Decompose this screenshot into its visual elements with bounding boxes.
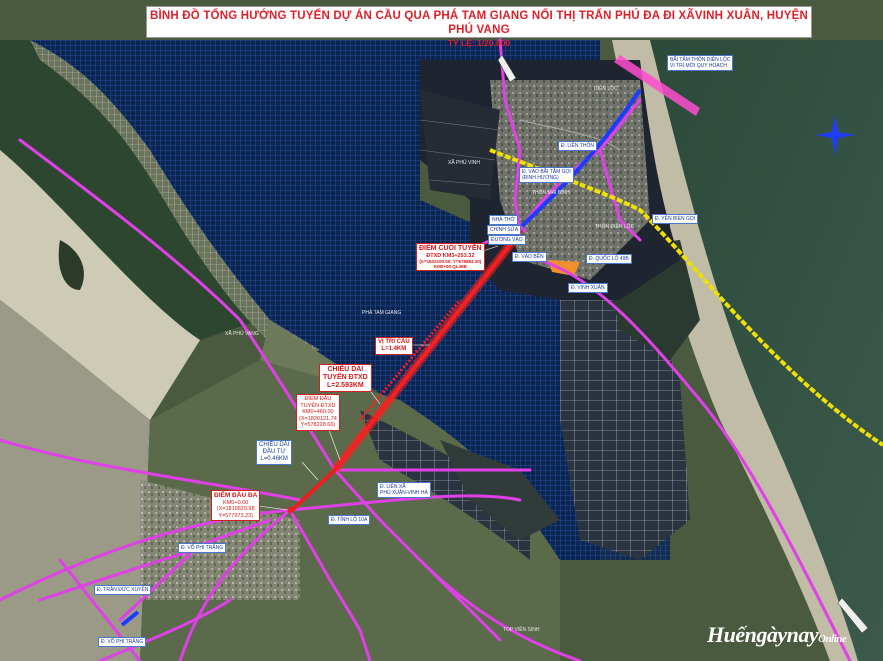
vi-tri-cau-length: L=1.4KM [381,346,407,352]
chieu-dai-length: L=2.593KM [326,382,364,389]
diem-dau-tuyen-km: KM0+460.00 [302,409,334,415]
label-lien-thon[interactable]: Đ. LIÊN THÔN [558,141,597,151]
logo-sub-text: Online [818,633,847,645]
label-chinh-sua[interactable]: CHÍNH SỬA [487,225,522,235]
label-bai-tam[interactable]: BÃI TẮM THÔN DIÊN LỘC VỊ TRÍ MỚI QUY HOẠ… [667,55,734,71]
label-nha-tho[interactable]: NHÀ THỜ [489,215,518,225]
diem-dau-tuyen-box[interactable]: ĐIỂM ĐẦU TUYẾN ĐTXD KM0+460.00 (X=182012… [296,394,340,431]
label-bai-tam-line2: VỊ TRÍ MỚI QUY HOẠCH [670,63,727,69]
diem-dau-da-y: Y=577973.23) [218,512,254,519]
diem-cuoi-tuyen-box[interactable]: ĐIỂM CUỐI TUYẾN ĐTXD KM3+253.32 (X=18221… [416,243,485,271]
label-viem-sinh: TOP VIÊN SINH [503,627,540,633]
vi-tri-cau-box[interactable]: VỊ TRÍ CẦU L=1.4KM [375,337,413,355]
diem-dau-da-x: (X=1819829.98 [216,506,255,512]
map-scale: TỶ LỆ: 1/20.000 [447,38,511,48]
logo-main-text: Huếngàynay [707,622,819,647]
area-label-phu-vinh: XÃ PHÚ VINH [448,160,480,166]
label-vao-bai-tam-line2: (ĐINH HƯƠNG) [522,175,559,181]
chieu-dai-tuyen-box[interactable]: CHIỀU DÀI TUYẾN ĐTXD L=2.593KM [319,364,372,392]
map-title: BÌNH ĐỒ TỔNG HƯỚNG TUYẾN DỰ ÁN CẦU QUA P… [149,10,809,36]
label-lien-xa-line2: PHÚ XUÂN-VINH HÀ [380,490,428,496]
area-label-mai-binh: THÔN MAI BÌNH [532,190,570,196]
map-canvas[interactable]: BÌNH ĐỒ TỔNG HƯỚNG TUYẾN DỰ ÁN CẦU QUA P… [0,0,883,661]
chieu-dai-title: CHIỀU DÀI [327,366,364,373]
hue-ngay-nay-logo: HuếngàynayOnline [707,622,847,648]
satellite-base [0,0,883,661]
chieu-dai-dau-tu-sub: ĐẦU TƯ [262,449,286,455]
chieu-dai-subtitle: TUYẾN ĐTXD [323,374,368,381]
label-duong-vao[interactable]: ĐƯỜNG VÀO [488,235,526,245]
diem-cuoi-title: ĐIỂM CUỐI TUYẾN [419,245,482,252]
diem-cuoi-ql: KM0+00 QL49B [433,264,467,269]
label-vao-bai-tam[interactable]: Đ. VÀO BÃI TẮM GỌI (ĐINH HƯƠNG) [519,167,574,183]
compass-icon [815,115,855,155]
label-tinh-lo[interactable]: Đ. TỈNH LỘ 10A [328,515,371,525]
label-yen-bien[interactable]: Đ. YÊN BIỂN GỌI [652,214,699,224]
label-tran-duc-xuyen[interactable]: Đ. TRẦN ĐỨC XUYÊN [94,585,152,595]
label-vo-phi-trang[interactable]: Đ. VÕ PHI TRẮNG [178,543,227,553]
diem-dau-tuyen-title: ĐIỂM ĐẦU [304,396,332,402]
label-lien-xa[interactable]: Đ. LIÊN XÃ PHÚ XUÂN-VINH HÀ [377,482,431,498]
vi-tri-cau-title: VỊ TRÍ CẦU [378,339,410,345]
area-label-thon-dien: THÔN DIÊN LỘC [595,224,635,230]
diem-dau-tuyen-y: Y=578228.66) [300,422,336,428]
diem-dau-da-box[interactable]: ĐIỂM ĐẦU ĐA KM0+0.00 (X=1819829.98 Y=577… [211,490,261,521]
diem-dau-da-title: ĐIỂM ĐẦU ĐA [214,492,258,499]
area-label-pha-tam-giang: PHÁ TAM GIANG [362,310,402,316]
label-ql49b[interactable]: Đ. QUỐC LỘ 49B [586,254,632,264]
chieu-dai-dau-tu-box[interactable]: CHIỀU DÀI ĐẦU TƯ L=0.46KM [256,440,293,465]
map-title-box: BÌNH ĐỒ TỔNG HƯỚNG TUYẾN DỰ ÁN CẦU QUA P… [146,6,812,48]
label-vao-ben[interactable]: Đ. VÀO BẾN [512,252,547,262]
label-vo-phi-trang-2[interactable]: Đ. VÕ PHI TRẮNG [98,637,147,647]
chieu-dai-dau-tu-title: CHIỀU DÀI [259,442,290,448]
chieu-dai-dau-tu-length: L=0.46KM [260,456,288,462]
area-label-phu-vang: XÃ PHÚ VANG [225,331,259,337]
label-vinh-xuan[interactable]: Đ. VINH XUÂN [568,283,608,293]
area-label-dien-loc: DIÊN LỘC [594,86,618,92]
